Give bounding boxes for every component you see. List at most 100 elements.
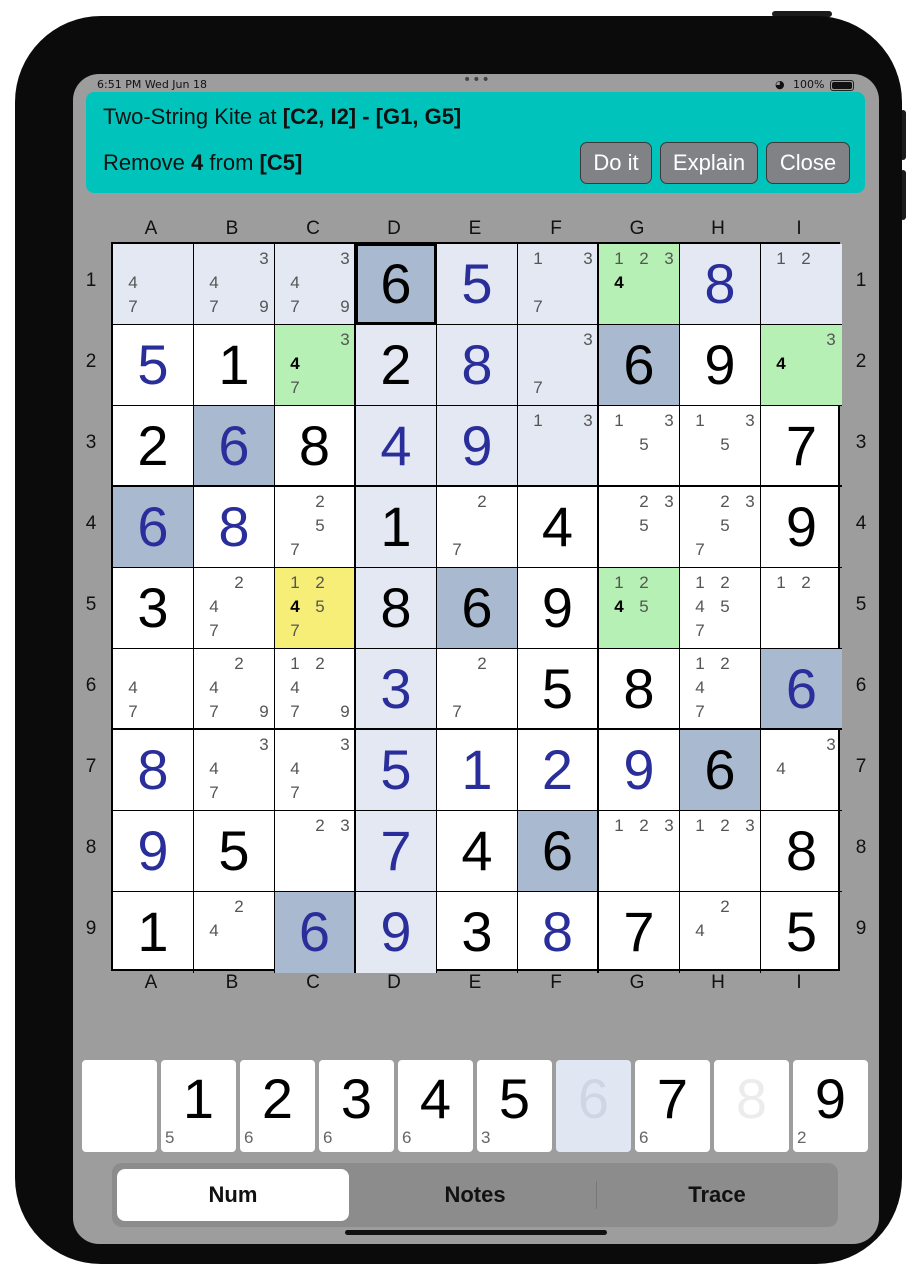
cell-F7[interactable]: 2 bbox=[518, 730, 599, 811]
cell-C2[interactable]: 3 4 7 bbox=[275, 325, 356, 406]
cell-B1[interactable]: 3 4 7 9 bbox=[194, 244, 275, 325]
cell-G2[interactable]: 6 bbox=[599, 325, 680, 406]
mode-notes-tab[interactable]: Notes bbox=[359, 1169, 591, 1221]
key-7[interactable]: 76 bbox=[635, 1060, 710, 1152]
cell-value: 9 bbox=[137, 819, 169, 882]
cell-C9[interactable]: 6 bbox=[275, 892, 356, 973]
cell-F9[interactable]: 8 bbox=[518, 892, 599, 973]
cell-D5[interactable]: 8 bbox=[356, 568, 437, 649]
cell-A4[interactable]: 6 bbox=[113, 487, 194, 568]
cell-B9[interactable]: 24 bbox=[194, 892, 275, 973]
cell-A1[interactable]: 47 bbox=[113, 244, 194, 325]
cell-H7[interactable]: 6 bbox=[680, 730, 761, 811]
cell-A5[interactable]: 3 bbox=[113, 568, 194, 649]
cell-F8[interactable]: 6 bbox=[518, 811, 599, 892]
cell-C3[interactable]: 8 bbox=[275, 406, 356, 487]
cell-H5[interactable]: 12457 bbox=[680, 568, 761, 649]
cell-D2[interactable]: 2 bbox=[356, 325, 437, 406]
cell-I9[interactable]: 5 bbox=[761, 892, 842, 973]
cell-E1[interactable]: 5 bbox=[437, 244, 518, 325]
cell-A7[interactable]: 8 bbox=[113, 730, 194, 811]
cell-F1[interactable]: 1 3 7 bbox=[518, 244, 599, 325]
cell-F4[interactable]: 4 bbox=[518, 487, 599, 568]
cell-H4[interactable]: 2357 bbox=[680, 487, 761, 568]
key-8[interactable]: 8 bbox=[714, 1060, 789, 1152]
mode-num-tab[interactable]: Num bbox=[117, 1169, 349, 1221]
cell-I6[interactable]: 6 bbox=[761, 649, 842, 730]
cell-H8[interactable]: 123 bbox=[680, 811, 761, 892]
cell-C1[interactable]: 3 4 7 9 bbox=[275, 244, 356, 325]
multitasking-dots-icon[interactable]: ••• bbox=[463, 74, 491, 88]
key-6[interactable]: 6 bbox=[556, 1060, 631, 1152]
cell-B6[interactable]: 24 7 9 bbox=[194, 649, 275, 730]
cell-B7[interactable]: 3 4 7 bbox=[194, 730, 275, 811]
cell-D8[interactable]: 7 bbox=[356, 811, 437, 892]
mode-trace-tab[interactable]: Trace bbox=[601, 1169, 833, 1221]
cell-B5[interactable]: 24 7 bbox=[194, 568, 275, 649]
cell-G3[interactable]: 1 35 bbox=[599, 406, 680, 487]
cell-E9[interactable]: 3 bbox=[437, 892, 518, 973]
cell-C6[interactable]: 124 7 9 bbox=[275, 649, 356, 730]
cell-E2[interactable]: 8 bbox=[437, 325, 518, 406]
key-1[interactable]: 15 bbox=[161, 1060, 236, 1152]
cell-E5[interactable]: 6 bbox=[437, 568, 518, 649]
cell-B2[interactable]: 1 bbox=[194, 325, 275, 406]
cell-A2[interactable]: 5 bbox=[113, 325, 194, 406]
cell-I2[interactable]: 34 bbox=[761, 325, 842, 406]
cell-C4[interactable]: 2 57 bbox=[275, 487, 356, 568]
cell-C8[interactable]: 23 bbox=[275, 811, 356, 892]
cell-F2[interactable]: 37 bbox=[518, 325, 599, 406]
cell-H6[interactable]: 124 7 bbox=[680, 649, 761, 730]
cell-H2[interactable]: 9 bbox=[680, 325, 761, 406]
cell-F3[interactable]: 13 bbox=[518, 406, 599, 487]
cell-E8[interactable]: 4 bbox=[437, 811, 518, 892]
explain-button[interactable]: Explain bbox=[660, 142, 758, 184]
cell-E6[interactable]: 27 bbox=[437, 649, 518, 730]
cell-D9[interactable]: 9 bbox=[356, 892, 437, 973]
key-9[interactable]: 92 bbox=[793, 1060, 868, 1152]
cell-E3[interactable]: 9 bbox=[437, 406, 518, 487]
cell-G9[interactable]: 7 bbox=[599, 892, 680, 973]
cell-I1[interactable]: 12 bbox=[761, 244, 842, 325]
cell-I4[interactable]: 9 bbox=[761, 487, 842, 568]
cell-A9[interactable]: 1 bbox=[113, 892, 194, 973]
key-3[interactable]: 36 bbox=[319, 1060, 394, 1152]
cell-A3[interactable]: 2 bbox=[113, 406, 194, 487]
cell-I7[interactable]: 34 bbox=[761, 730, 842, 811]
cell-F6[interactable]: 5 bbox=[518, 649, 599, 730]
cell-C7[interactable]: 3 4 7 bbox=[275, 730, 356, 811]
cell-F5[interactable]: 9 bbox=[518, 568, 599, 649]
cell-H3[interactable]: 1 35 bbox=[680, 406, 761, 487]
cell-G6[interactable]: 8 bbox=[599, 649, 680, 730]
cell-A8[interactable]: 9 bbox=[113, 811, 194, 892]
cell-D4[interactable]: 1 bbox=[356, 487, 437, 568]
key-5[interactable]: 53 bbox=[477, 1060, 552, 1152]
cell-I5[interactable]: 12 bbox=[761, 568, 842, 649]
cell-G1[interactable]: 123 4 bbox=[599, 244, 680, 325]
cell-B3[interactable]: 6 bbox=[194, 406, 275, 487]
cell-D7[interactable]: 5 bbox=[356, 730, 437, 811]
cell-C5[interactable]: 12457 bbox=[275, 568, 356, 649]
close-button[interactable]: Close bbox=[766, 142, 850, 184]
key-4[interactable]: 46 bbox=[398, 1060, 473, 1152]
cell-I3[interactable]: 7 bbox=[761, 406, 842, 487]
cell-I8[interactable]: 8 bbox=[761, 811, 842, 892]
cell-A6[interactable]: 47 bbox=[113, 649, 194, 730]
cell-G7[interactable]: 9 bbox=[599, 730, 680, 811]
cell-E4[interactable]: 27 bbox=[437, 487, 518, 568]
key-2[interactable]: 26 bbox=[240, 1060, 315, 1152]
home-indicator[interactable] bbox=[345, 1230, 607, 1235]
key-blank[interactable] bbox=[82, 1060, 157, 1152]
cell-G8[interactable]: 123 bbox=[599, 811, 680, 892]
cell-H1[interactable]: 8 bbox=[680, 244, 761, 325]
do-it-button[interactable]: Do it bbox=[580, 142, 652, 184]
cell-G5[interactable]: 1245 bbox=[599, 568, 680, 649]
cell-D1[interactable]: 6 bbox=[356, 244, 437, 325]
cell-E7[interactable]: 1 bbox=[437, 730, 518, 811]
cell-D3[interactable]: 4 bbox=[356, 406, 437, 487]
cell-D6[interactable]: 3 bbox=[356, 649, 437, 730]
cell-B8[interactable]: 5 bbox=[194, 811, 275, 892]
cell-B4[interactable]: 8 bbox=[194, 487, 275, 568]
cell-H9[interactable]: 24 bbox=[680, 892, 761, 973]
cell-G4[interactable]: 235 bbox=[599, 487, 680, 568]
